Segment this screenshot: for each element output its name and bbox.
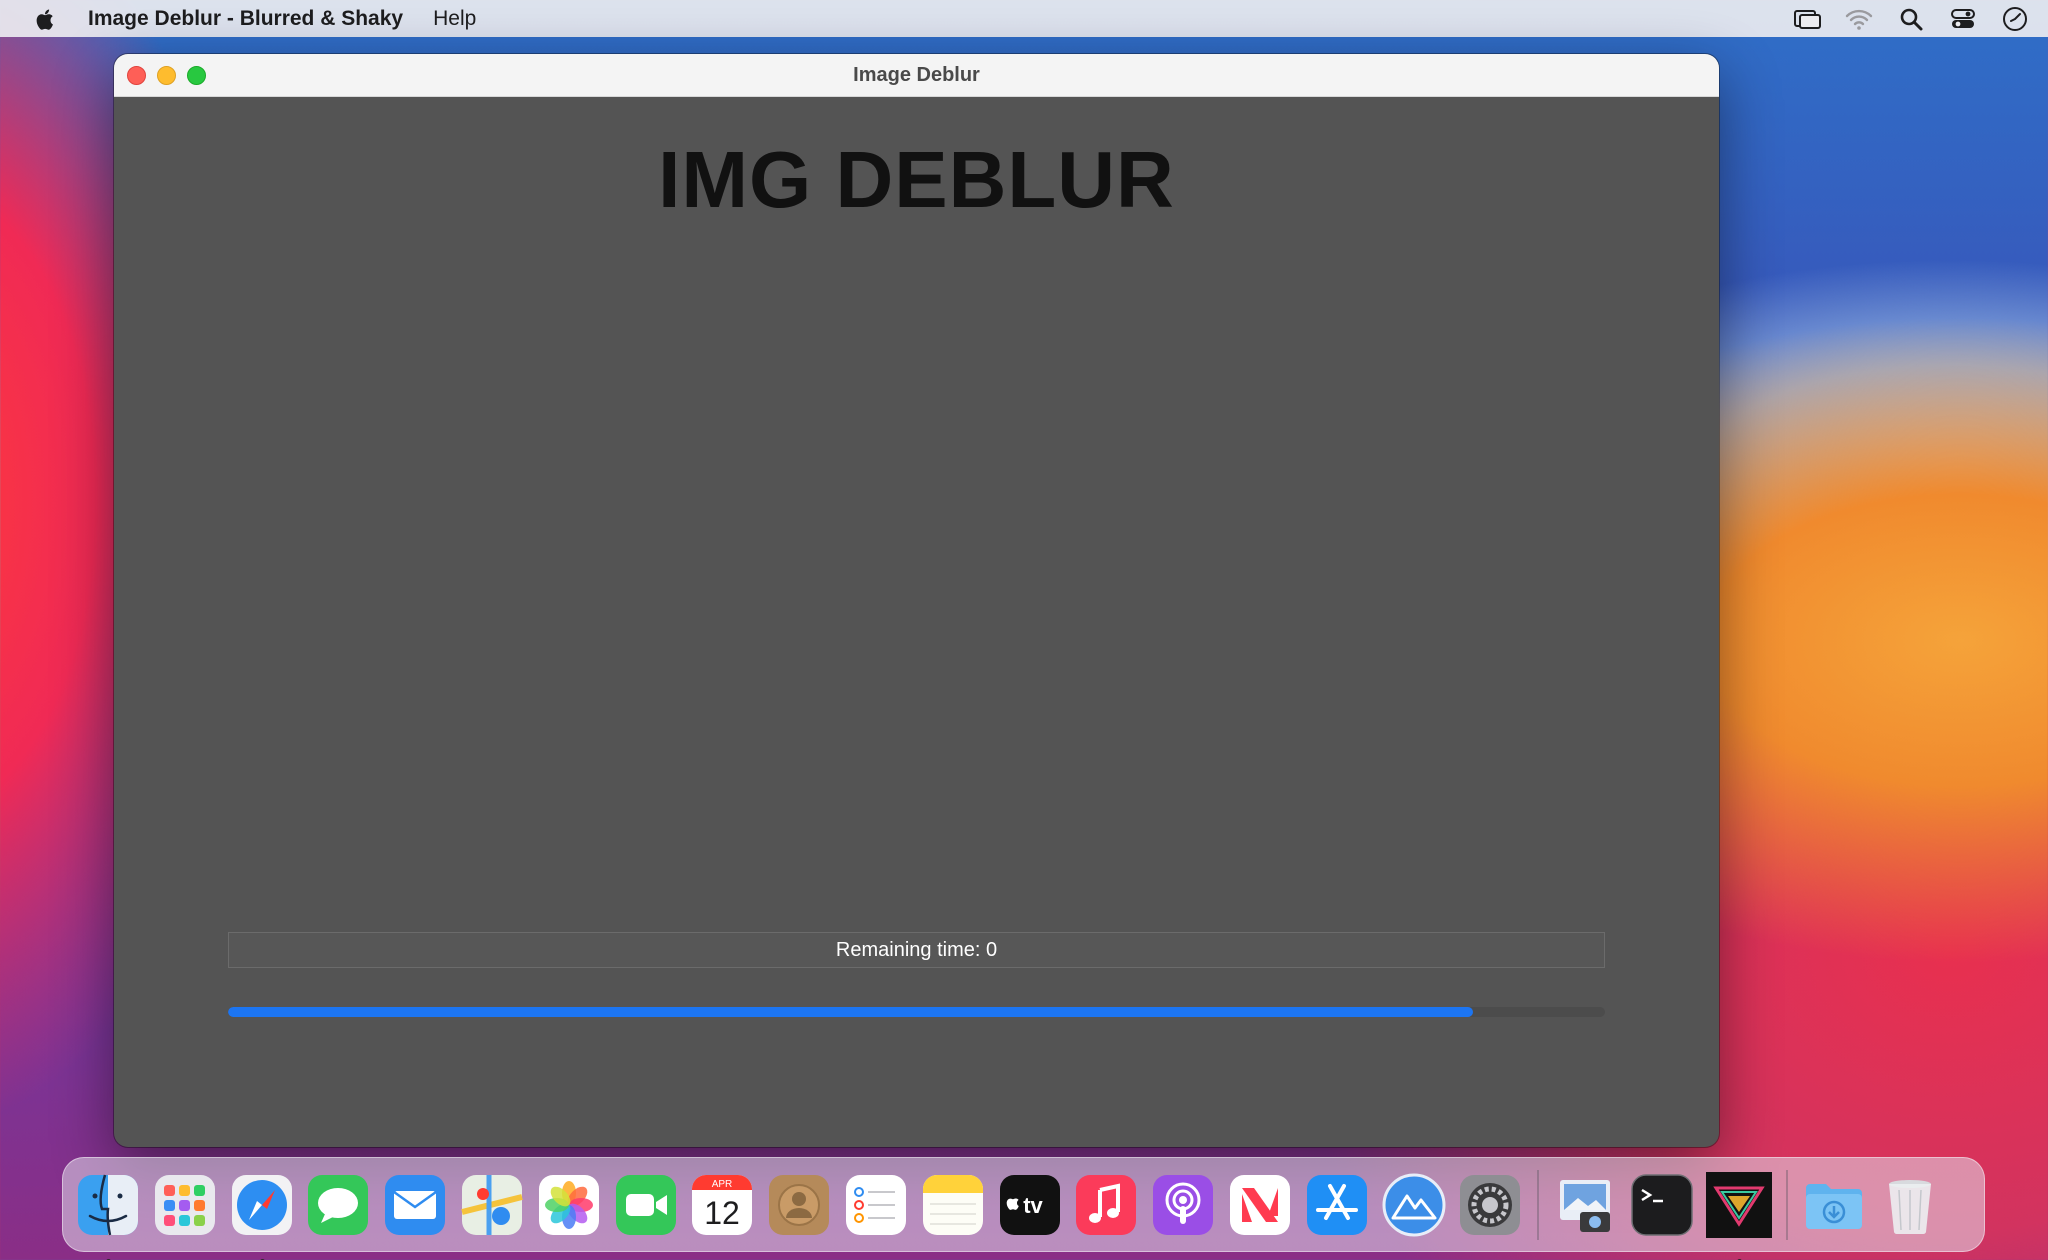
screen-mirroring-icon[interactable]	[1792, 4, 1822, 34]
dock-item-music[interactable]	[1073, 1172, 1139, 1238]
app-heading: IMG DEBLUR	[658, 135, 1175, 224]
dock-item-downloads[interactable]	[1801, 1172, 1867, 1238]
app-window: Image Deblur IMG DEBLUR Remaining time: …	[114, 54, 1719, 1147]
wifi-icon[interactable]	[1844, 4, 1874, 34]
facetime-icon	[615, 1174, 676, 1235]
dock-item-maps[interactable]	[459, 1172, 525, 1238]
calendar-month-label: APR	[712, 1179, 733, 1190]
dock-item-facetime[interactable]	[613, 1172, 679, 1238]
dock-item-image-deblur[interactable]	[1705, 1171, 1772, 1260]
dock-item-terminal[interactable]	[1629, 1172, 1695, 1238]
launchpad-icon	[154, 1174, 215, 1235]
music-icon	[1076, 1174, 1137, 1235]
dock-item-launchpad[interactable]	[152, 1172, 218, 1238]
dock-item-messages[interactable]	[305, 1172, 371, 1238]
dock-item-trash[interactable]	[1877, 1172, 1943, 1238]
dock-item-safari[interactable]	[229, 1172, 295, 1260]
notes-icon	[922, 1174, 983, 1235]
dock-item-altitude[interactable]	[1381, 1172, 1447, 1238]
contacts-icon	[769, 1174, 830, 1235]
dock-item-app-store[interactable]	[1304, 1172, 1370, 1238]
dock-item-mail[interactable]	[382, 1172, 448, 1238]
image-deblur-app-icon	[1705, 1171, 1772, 1238]
minimize-window-button[interactable]	[157, 66, 176, 85]
control-center-icon[interactable]	[1948, 4, 1978, 34]
progress-bar	[228, 1007, 1605, 1017]
dock-item-news[interactable]	[1227, 1172, 1293, 1238]
dock-item-photos[interactable]	[536, 1172, 602, 1238]
progress-bar-fill	[228, 1007, 1473, 1017]
app-store-icon	[1306, 1174, 1367, 1235]
dock-separator	[1785, 1169, 1788, 1240]
podcasts-icon	[1153, 1174, 1214, 1235]
safari-icon	[231, 1174, 292, 1235]
dock-item-contacts[interactable]	[766, 1172, 832, 1238]
status-area	[1792, 0, 2030, 37]
dock-item-notes[interactable]	[920, 1172, 986, 1238]
apple-tv-icon: tv	[999, 1174, 1060, 1235]
dock-item-apple-tv[interactable]: tv	[997, 1172, 1063, 1238]
window-title: Image Deblur	[853, 63, 980, 86]
reminders-icon	[845, 1174, 906, 1235]
messages-icon	[308, 1174, 369, 1235]
remaining-time-label: Remaining time: 0	[228, 932, 1605, 968]
clock-icon[interactable]	[2000, 4, 2030, 34]
dock-item-podcasts[interactable]	[1150, 1172, 1216, 1238]
dock-item-finder[interactable]	[75, 1172, 141, 1260]
menu-bar: Image Deblur - Blurred & Shaky Help	[0, 0, 2048, 37]
help-menu[interactable]: Help	[433, 7, 476, 31]
mail-icon	[385, 1174, 446, 1235]
finder-icon	[78, 1174, 138, 1235]
apple-menu-icon[interactable]	[30, 4, 60, 34]
dock: APR 12 tv	[62, 1157, 1985, 1260]
apple-tv-label: tv	[1023, 1193, 1043, 1218]
terminal-icon	[1631, 1173, 1693, 1236]
dock-item-system-preferences[interactable]	[1457, 1172, 1523, 1238]
mountain-app-icon	[1382, 1173, 1446, 1236]
app-name-menu[interactable]: Image Deblur - Blurred & Shaky	[88, 7, 403, 31]
dock-item-calendar[interactable]: APR 12	[689, 1172, 755, 1238]
maps-icon	[461, 1174, 523, 1235]
close-window-button[interactable]	[127, 66, 146, 85]
dock-item-reminders[interactable]	[843, 1172, 909, 1238]
system-preferences-icon	[1460, 1174, 1521, 1235]
calendar-icon: APR 12	[692, 1174, 753, 1235]
downloads-folder-icon	[1805, 1183, 1862, 1229]
window-controls	[127, 66, 206, 85]
zoom-window-button[interactable]	[187, 66, 206, 85]
news-icon	[1229, 1174, 1290, 1235]
photos-icon	[538, 1174, 599, 1235]
dock-separator	[1537, 1169, 1540, 1240]
preview-icon	[1560, 1179, 1611, 1232]
title-bar[interactable]: Image Deblur	[114, 54, 1719, 97]
calendar-day-label: 12	[705, 1195, 741, 1231]
trash-icon	[1889, 1179, 1932, 1234]
dock-item-preview[interactable]	[1552, 1172, 1618, 1238]
spotlight-search-icon[interactable]	[1896, 4, 1926, 34]
